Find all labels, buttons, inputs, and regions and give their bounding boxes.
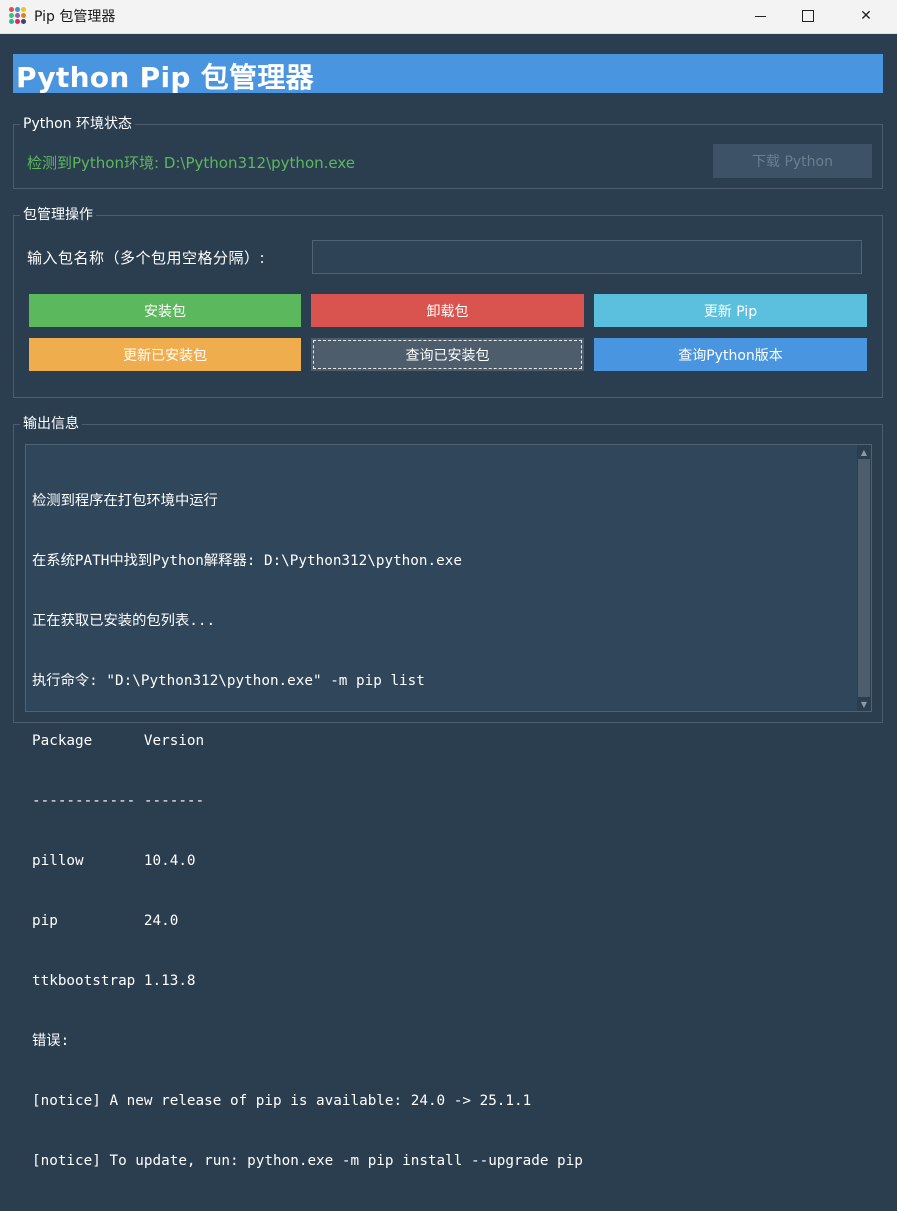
upgrade-pip-button[interactable]: 更新 Pip [594,294,867,327]
output-line: pillow 10.4.0 [32,853,196,869]
output-line: 在系统PATH中找到Python解释器: D:\Python312\python… [32,553,462,569]
scroll-up-arrow-icon[interactable]: ▲ [857,445,871,459]
header-banner: Python Pip 包管理器 [13,54,883,94]
minimize-button[interactable] [737,0,783,32]
update-installed-button[interactable]: 更新已安装包 [29,338,301,371]
download-python-button[interactable]: 下载 Python [713,144,872,178]
maximize-icon [802,10,814,22]
output-line: ------------ ------- [32,793,205,809]
uninstall-button[interactable]: 卸载包 [311,294,584,327]
env-group-label: Python 环境状态 [20,115,135,133]
query-installed-button[interactable]: 查询已安装包 [311,338,584,371]
pkg-group-label: 包管理操作 [20,206,96,224]
output-line: 正在获取已安装的包列表... [32,613,216,629]
output-scrollbar[interactable]: ▲ ▼ [857,445,871,711]
query-installed-label: 查询已安装包 [405,347,490,364]
output-line: Package Version [32,733,205,749]
package-name-label: 输入包名称（多个包用空格分隔）: [27,249,266,267]
package-name-input[interactable] [312,240,862,274]
output-lines: 检测到程序在打包环境中运行 在系统PATH中找到Python解释器: D:\Py… [32,451,583,1211]
output-line: 执行命令: "D:\Python312\python.exe" -m pip l… [32,673,425,689]
title-bar: Pip 包管理器 ✕ [0,0,897,34]
maximize-button[interactable] [785,0,831,32]
output-line: [notice] To update, run: python.exe -m p… [32,1153,583,1169]
minimize-icon [754,15,766,17]
close-button[interactable]: ✕ [843,0,889,32]
app-icon [9,7,26,24]
page-title: Python Pip 包管理器 [16,61,314,94]
output-line: [notice] A new release of pip is availab… [32,1093,532,1109]
output-line: 检测到程序在打包环境中运行 [32,493,218,509]
scrollbar-thumb[interactable] [858,459,870,697]
output-group-label: 输出信息 [20,415,82,433]
output-line: pip 24.0 [32,913,179,929]
python-version-button[interactable]: 查询Python版本 [594,338,867,371]
close-icon: ✕ [860,8,872,24]
install-button[interactable]: 安装包 [29,294,301,327]
window-title: Pip 包管理器 [34,9,116,25]
output-textarea[interactable]: 检测到程序在打包环境中运行 在系统PATH中找到Python解释器: D:\Py… [25,444,872,1169]
env-status-text: 检测到Python环境: D:\Python312\python.exe [27,154,356,172]
scroll-down-arrow-icon[interactable]: ▼ [857,697,871,711]
output-line: ttkbootstrap 1.13.8 [32,973,196,989]
output-line: 错误: [32,1033,70,1049]
